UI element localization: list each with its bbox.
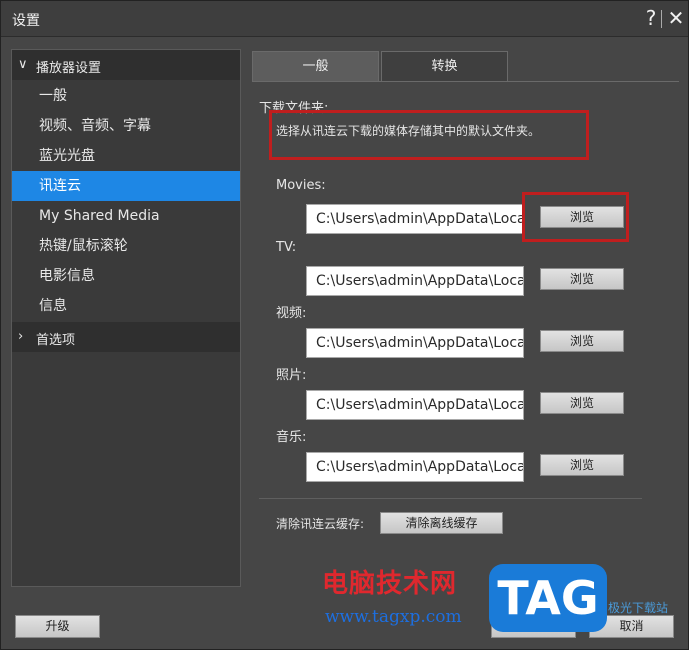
chevron-down-icon: ∨ xyxy=(18,57,28,72)
video-folder-label: 视频: xyxy=(276,306,307,321)
photo-folder-label: 照片: xyxy=(276,368,307,383)
tab-general[interactable]: 一般 xyxy=(252,51,379,81)
chevron-right-icon: › xyxy=(18,329,24,344)
highlight-box-browse xyxy=(522,192,629,242)
help-icon[interactable]: ? xyxy=(639,5,663,31)
tv-browse-button[interactable]: 浏览 xyxy=(540,268,624,290)
sidebar-item-cyberlink-cloud[interactable]: 讯连云 xyxy=(12,171,240,201)
photo-path-field[interactable]: C:\Users\admin\AppData\Local xyxy=(306,390,524,420)
close-icon[interactable]: ✕ xyxy=(664,5,688,31)
title-bar: 设置 ? ✕ xyxy=(1,1,688,37)
video-path-field[interactable]: C:\Users\admin\AppData\Local xyxy=(306,328,524,358)
tv-folder-label: TV: xyxy=(276,240,297,255)
sidebar-item-general[interactable]: 一般 xyxy=(12,81,240,111)
sidebar-item-info[interactable]: 信息 xyxy=(12,291,240,321)
sidebar-item-bluray[interactable]: 蓝光光盘 xyxy=(12,141,240,171)
tv-path-field[interactable]: C:\Users\admin\AppData\Local xyxy=(306,266,524,296)
clear-offline-cache-button[interactable]: 清除离线缓存 xyxy=(380,512,503,534)
upgrade-button[interactable]: 升级 xyxy=(15,615,100,638)
watermark-site: 极光下载站 xyxy=(608,601,669,615)
sidebar-item-movie-info[interactable]: 电影信息 xyxy=(12,261,240,291)
sidebar-group-player-settings[interactable]: ∨ 播放器设置 xyxy=(12,50,240,80)
sidebar-item-video-audio-subtitles[interactable]: 视频、音频、字幕 xyxy=(12,111,240,141)
sidebar-group-preferences[interactable]: › 首选项 xyxy=(12,322,240,352)
sidebar-group-label: 播放器设置 xyxy=(36,61,102,76)
settings-dialog: 设置 ? ✕ ∨ 播放器设置 一般 视频、音频、字幕 蓝光光盘 讯连云 My S… xyxy=(0,0,689,650)
watermark-tag-logo: TAG xyxy=(489,564,607,632)
clear-cache-label: 清除讯连云缓存: xyxy=(276,517,365,531)
video-browse-button[interactable]: 浏览 xyxy=(540,330,624,352)
sidebar-item-hotkeys[interactable]: 热键/鼠标滚轮 xyxy=(12,231,240,261)
sidebar-item-my-shared-media[interactable]: My Shared Media xyxy=(12,201,240,231)
movies-folder-label: Movies: xyxy=(276,178,326,193)
music-browse-button[interactable]: 浏览 xyxy=(540,454,624,476)
window-title: 设置 xyxy=(12,13,40,29)
movies-path-field[interactable]: C:\Users\admin\AppData\Local xyxy=(306,204,524,234)
music-folder-label: 音乐: xyxy=(276,430,307,445)
tab-divider xyxy=(252,81,679,82)
section-divider xyxy=(259,498,642,499)
download-folder-description: 选择从讯连云下载的媒体存储其中的默认文件夹。 xyxy=(276,124,541,138)
watermark-url: www.tagxp.com xyxy=(325,607,462,627)
tab-convert[interactable]: 转换 xyxy=(381,51,508,81)
title-separator xyxy=(661,10,662,28)
sidebar-group-label: 首选项 xyxy=(36,333,76,348)
watermark-brand: 电脑技术网 xyxy=(322,569,458,599)
settings-sidebar: ∨ 播放器设置 一般 视频、音频、字幕 蓝光光盘 讯连云 My Shared M… xyxy=(11,49,241,587)
music-path-field[interactable]: C:\Users\admin\AppData\Local xyxy=(306,452,524,482)
photo-browse-button[interactable]: 浏览 xyxy=(540,392,624,414)
